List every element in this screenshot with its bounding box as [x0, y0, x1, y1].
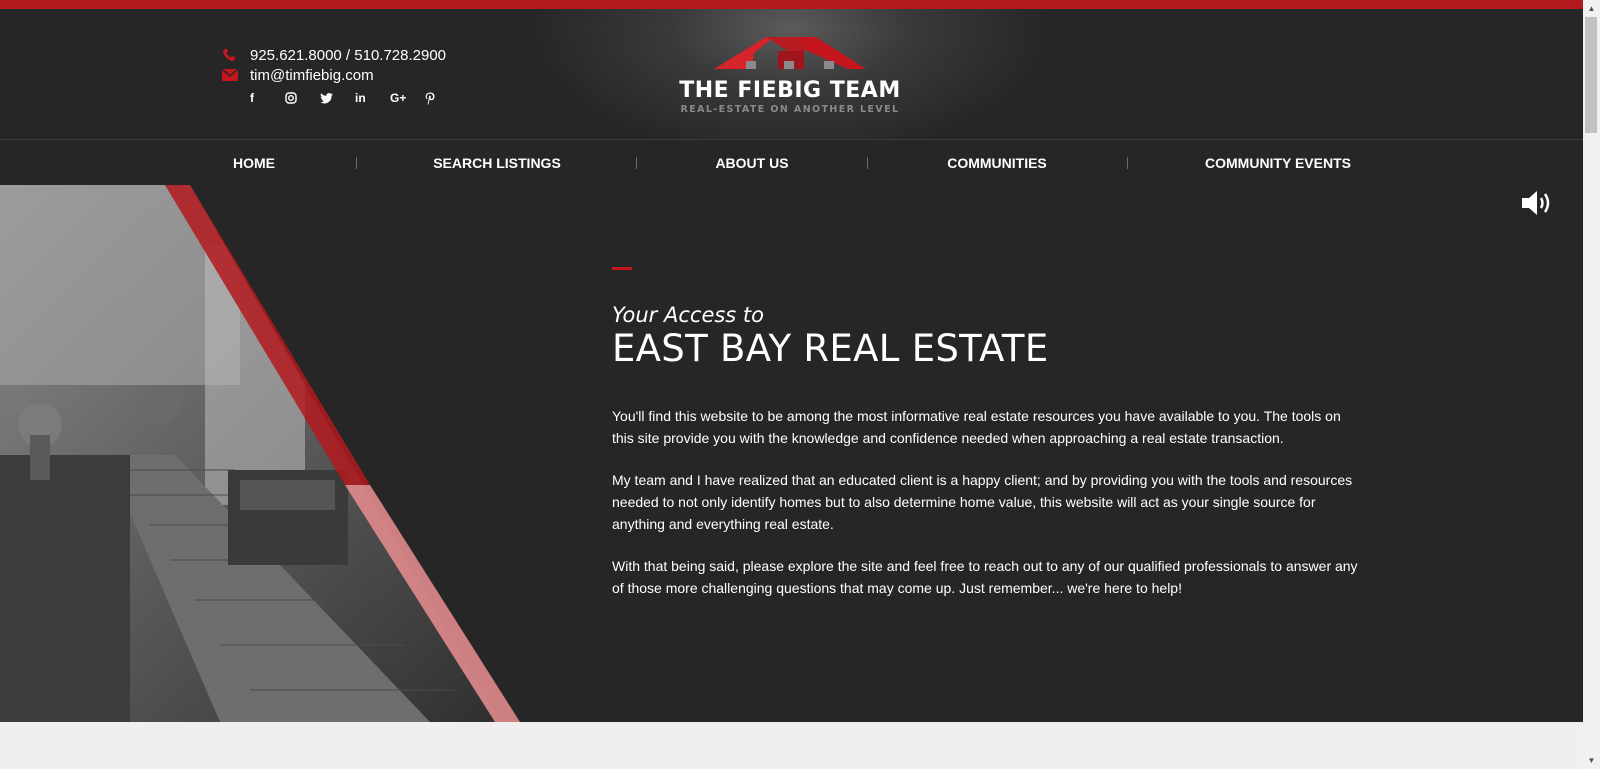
phone-row[interactable]: 925.621.8000 / 510.728.2900 — [222, 45, 460, 65]
accent-line — [612, 267, 632, 270]
hero-paragraph: With that being said, please explore the… — [612, 558, 1358, 596]
facebook-icon[interactable]: f — [250, 91, 285, 105]
contact-info: 925.621.8000 / 510.728.2900 tim@timfiebi… — [222, 45, 460, 105]
page-scrollbar[interactable]: ▲ ▼ — [1583, 0, 1600, 769]
phone-icon — [222, 48, 250, 62]
nav-item-about-us[interactable]: ABOUT US — [715, 140, 788, 186]
nav-divider — [1127, 157, 1128, 169]
scrollbar-thumb[interactable] — [1585, 17, 1597, 133]
hero-content: Your Access to EAST BAY REAL ESTATE You'… — [612, 267, 1362, 599]
scroll-up-arrow-icon[interactable]: ▲ — [1583, 0, 1600, 17]
logo-tagline: REAL-ESTATE ON ANOTHER LEVEL — [680, 104, 900, 115]
phone-numbers[interactable]: 925.621.8000 / 510.728.2900 — [250, 47, 446, 64]
nav-item-search-listings[interactable]: SEARCH LISTINGS — [433, 140, 561, 186]
hero-pretitle: Your Access to — [612, 303, 765, 327]
instagram-icon[interactable] — [285, 91, 320, 105]
hero-section: Your Access to EAST BAY REAL ESTATE You'… — [0, 185, 1583, 722]
twitter-icon[interactable] — [320, 91, 355, 105]
top-accent-bar — [0, 0, 1583, 9]
pinterest-icon[interactable] — [425, 91, 460, 105]
main-navigation: HOME SEARCH LISTINGS ABOUT US COMMUNITIE… — [0, 139, 1583, 186]
google-plus-icon[interactable]: G+ — [390, 91, 425, 105]
hero-paragraph: My team and I have realized that an educ… — [612, 472, 1353, 532]
site-logo[interactable]: THE FIEBIG TEAM REAL-ESTATE ON ANOTHER L… — [660, 33, 920, 115]
email-row[interactable]: tim@timfiebig.com — [222, 65, 460, 85]
house-roof-icon — [713, 37, 866, 69]
logo-title: THE FIEBIG TEAM — [679, 78, 901, 103]
nav-item-communities[interactable]: COMMUNITIES — [947, 140, 1047, 186]
social-links: f in G+ — [250, 91, 460, 105]
hero-photo — [0, 185, 520, 722]
hero-title: EAST BAY REAL ESTATE — [612, 327, 1049, 370]
linkedin-icon[interactable]: in — [355, 91, 390, 105]
email-address[interactable]: tim@timfiebig.com — [250, 67, 374, 84]
nav-item-community-events[interactable]: COMMUNITY EVENTS — [1205, 140, 1351, 186]
envelope-icon — [222, 69, 250, 81]
nav-divider — [636, 157, 637, 169]
scroll-down-arrow-icon[interactable]: ▼ — [1583, 752, 1600, 769]
site-header: 925.621.8000 / 510.728.2900 tim@timfiebi… — [0, 9, 1583, 140]
nav-divider — [867, 157, 868, 169]
nav-divider — [356, 157, 357, 169]
nav-item-home[interactable]: HOME — [233, 140, 275, 186]
sound-toggle-icon[interactable] — [1520, 189, 1556, 222]
hero-paragraph: You'll find this website to be among the… — [612, 408, 1341, 446]
